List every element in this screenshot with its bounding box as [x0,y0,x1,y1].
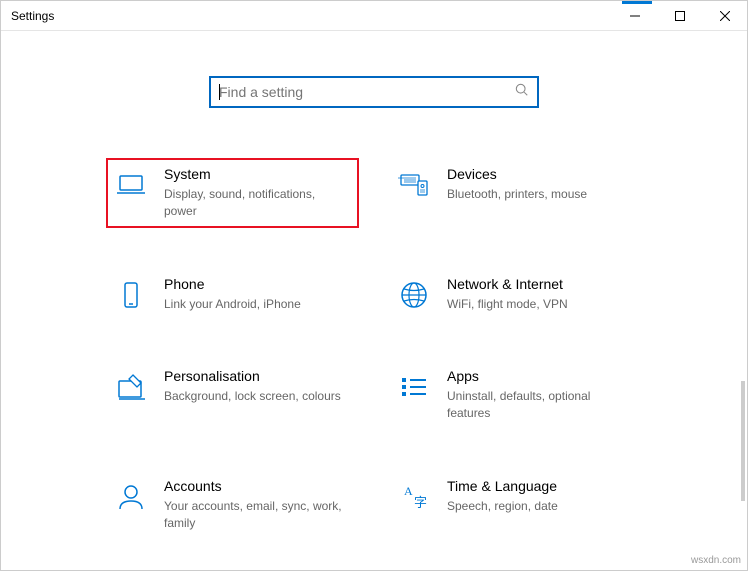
close-button[interactable] [702,1,747,31]
devices-icon [397,168,431,202]
svg-text:A: A [404,484,413,498]
phone-icon [114,278,148,312]
laptop-icon [114,168,148,202]
window-title: Settings [1,9,54,23]
category-title: Apps [447,368,634,384]
search-wrap [1,76,747,108]
category-title: Network & Internet [447,276,634,292]
accent-strip [622,1,652,4]
window-controls [612,1,747,30]
category-text: Apps Uninstall, defaults, optional featu… [447,368,634,422]
category-desc: Speech, region, date [447,498,634,515]
category-desc: Link your Android, iPhone [164,296,351,313]
category-desc: Your accounts, email, sync, work, family [164,498,351,532]
category-system[interactable]: System Display, sound, notifications, po… [106,158,359,228]
text-caret [219,84,220,100]
category-phone[interactable]: Phone Link your Android, iPhone [106,268,359,321]
maximize-button[interactable] [657,1,702,31]
category-network[interactable]: Network & Internet WiFi, flight mode, VP… [389,268,642,321]
category-desc: Bluetooth, printers, mouse [447,186,634,203]
category-desc: Uninstall, defaults, optional features [447,388,634,422]
category-desc: Display, sound, notifications, power [164,186,351,220]
category-title: Time & Language [447,478,634,494]
paint-icon [114,370,148,404]
category-text: Phone Link your Android, iPhone [164,276,351,313]
minimize-button[interactable] [612,1,657,31]
category-title: Devices [447,166,634,182]
svg-text:字: 字 [414,495,427,510]
category-accounts[interactable]: Accounts Your accounts, email, sync, wor… [106,470,359,540]
scrollbar[interactable] [741,381,745,501]
category-title: Accounts [164,478,351,494]
titlebar: Settings [1,1,747,31]
category-desc: Background, lock screen, colours [164,388,351,405]
search-input[interactable] [219,84,515,100]
category-apps[interactable]: Apps Uninstall, defaults, optional featu… [389,360,642,430]
category-time-language[interactable]: A字 Time & Language Speech, region, date [389,470,642,540]
watermark: wsxdn.com [691,555,741,566]
search-box[interactable] [209,76,539,108]
person-icon [114,480,148,514]
search-icon [515,83,529,102]
category-title: Phone [164,276,351,292]
globe-icon [397,278,431,312]
category-text: Accounts Your accounts, email, sync, wor… [164,478,351,532]
time-lang-icon: A字 [397,480,431,514]
category-desc: WiFi, flight mode, VPN [447,296,634,313]
categories-grid: System Display, sound, notifications, po… [1,158,747,570]
category-text: System Display, sound, notifications, po… [164,166,351,220]
content-area: System Display, sound, notifications, po… [1,31,747,570]
category-text: Devices Bluetooth, printers, mouse [447,166,634,203]
category-devices[interactable]: Devices Bluetooth, printers, mouse [389,158,642,228]
apps-icon [397,370,431,404]
category-text: Network & Internet WiFi, flight mode, VP… [447,276,634,313]
category-text: Personalisation Background, lock screen,… [164,368,351,405]
category-personalisation[interactable]: Personalisation Background, lock screen,… [106,360,359,430]
category-title: Personalisation [164,368,351,384]
category-title: System [164,166,351,182]
category-text: Time & Language Speech, region, date [447,478,634,515]
